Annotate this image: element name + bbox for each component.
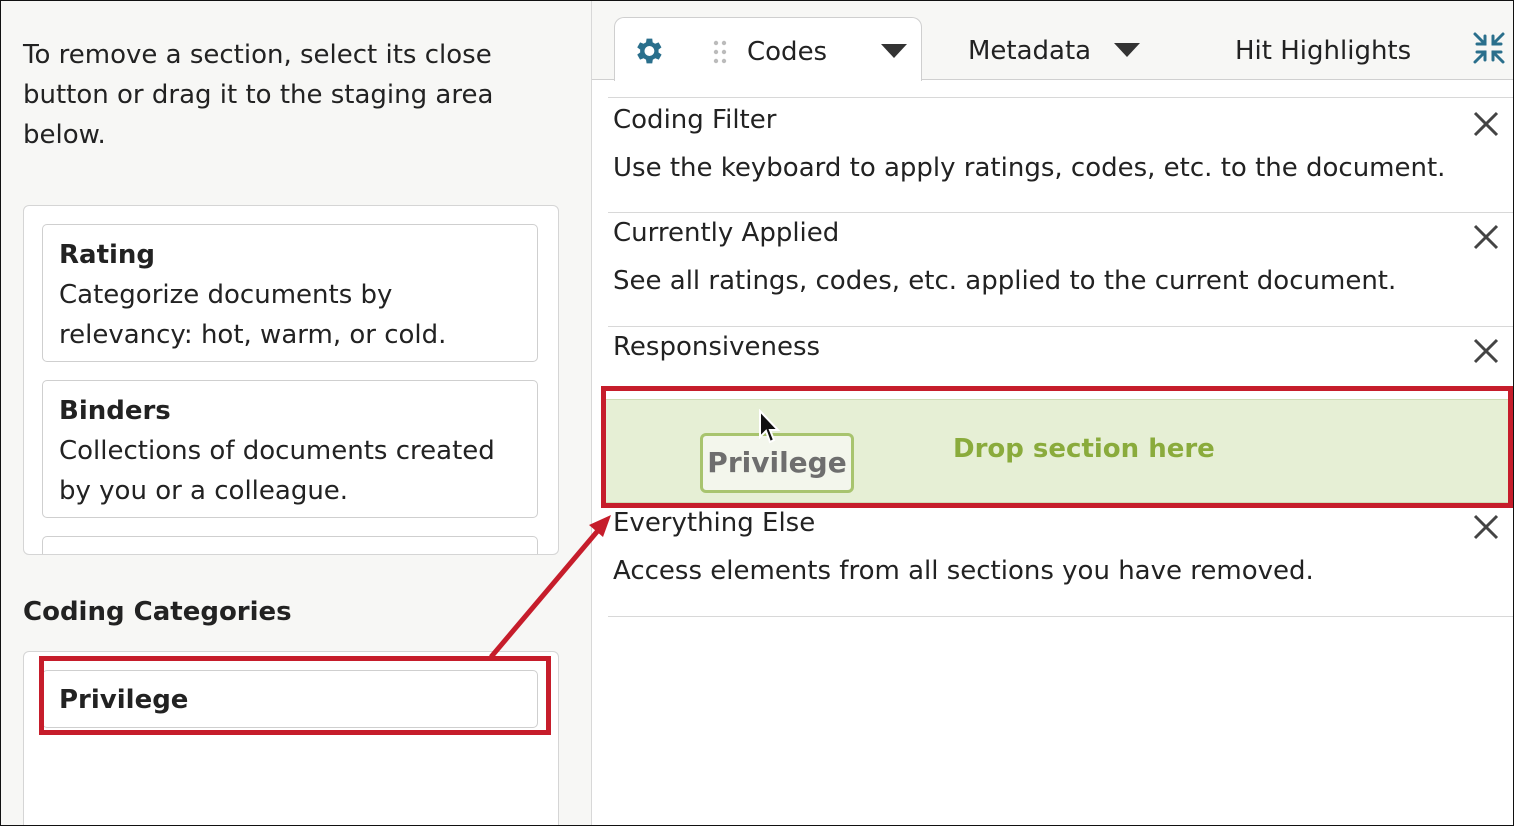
arrow-annotation bbox=[489, 515, 611, 659]
screenshot-frame: To remove a section, select its close bu… bbox=[0, 0, 1514, 826]
